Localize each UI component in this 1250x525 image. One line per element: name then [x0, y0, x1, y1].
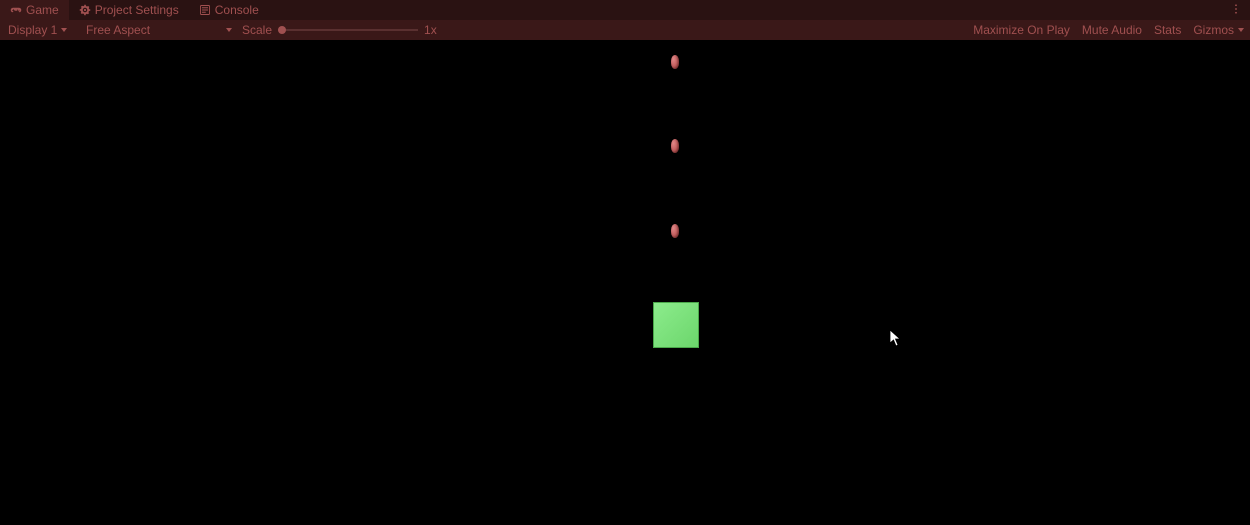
tab-game-label: Game: [26, 3, 59, 17]
game-toolbar: Display 1 Free Aspect Scale 1x Maximize …: [0, 20, 1250, 40]
tab-bar: Game Project Settings Console: [0, 0, 1250, 20]
scale-label: Scale: [242, 23, 272, 37]
projectile: [671, 139, 679, 153]
toolbar-right-group: Maximize On Play Mute Audio Stats Gizmos: [973, 20, 1244, 40]
chevron-down-icon: [61, 28, 67, 32]
scale-slider[interactable]: [278, 29, 418, 31]
chevron-down-icon: [1238, 28, 1244, 32]
mouse-cursor-icon: [889, 329, 903, 350]
display-value: Display 1: [8, 23, 57, 37]
slider-thumb[interactable]: [278, 26, 286, 34]
maximize-on-play-toggle[interactable]: Maximize On Play: [973, 23, 1070, 37]
projectile: [671, 55, 679, 69]
player-cube: [653, 302, 699, 348]
gamepad-icon: [10, 4, 22, 16]
tab-project-settings[interactable]: Project Settings: [69, 0, 189, 20]
console-icon: [199, 4, 211, 16]
chevron-down-icon: [226, 28, 232, 32]
tab-project-settings-label: Project Settings: [95, 3, 179, 17]
tab-game[interactable]: Game: [0, 0, 69, 20]
stats-toggle[interactable]: Stats: [1154, 23, 1181, 37]
gear-icon: [79, 4, 91, 16]
game-viewport[interactable]: [0, 40, 1250, 525]
scale-control: Scale 1x: [242, 23, 437, 37]
aspect-dropdown[interactable]: Free Aspect: [84, 23, 234, 37]
gizmos-dropdown[interactable]: Gizmos: [1193, 23, 1244, 37]
tab-console[interactable]: Console: [189, 0, 269, 20]
mute-audio-toggle[interactable]: Mute Audio: [1082, 23, 1142, 37]
gizmos-label: Gizmos: [1193, 23, 1234, 37]
kebab-icon: [1230, 3, 1242, 18]
tab-console-label: Console: [215, 3, 259, 17]
scale-value: 1x: [424, 23, 437, 37]
projectile: [671, 224, 679, 238]
display-dropdown[interactable]: Display 1: [6, 23, 76, 37]
aspect-value: Free Aspect: [86, 23, 150, 37]
kebab-menu[interactable]: [1230, 0, 1242, 20]
